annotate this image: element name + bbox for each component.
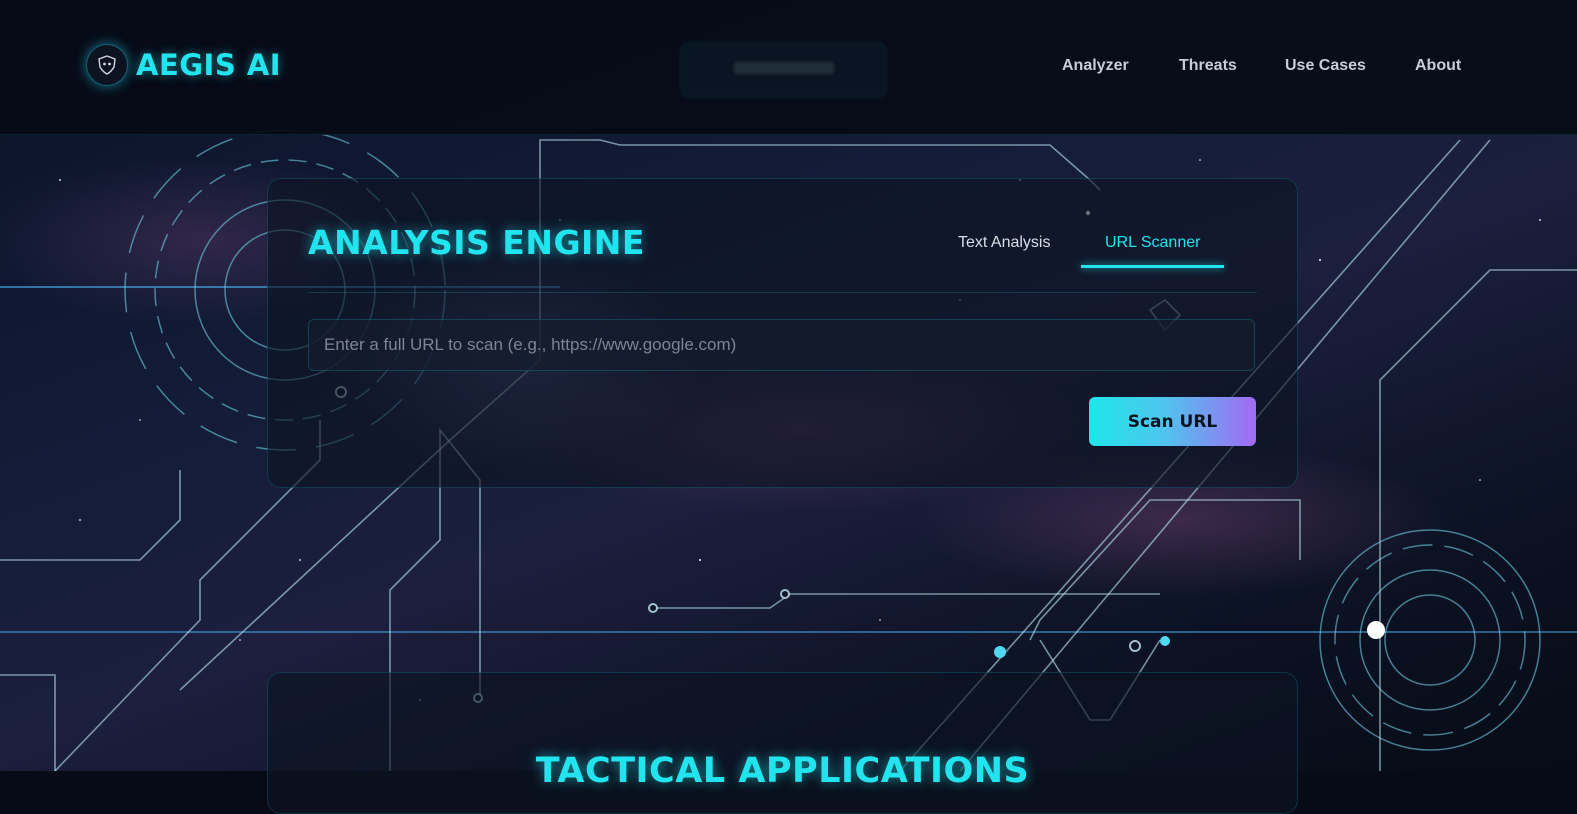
nav-link-analyzer[interactable]: Analyzer bbox=[1062, 57, 1129, 75]
nav-link-about[interactable]: About bbox=[1415, 57, 1461, 75]
active-tab-indicator bbox=[1081, 265, 1224, 268]
tab-text-analysis[interactable]: Text Analysis bbox=[958, 234, 1050, 252]
section-title: TACTICAL APPLICATIONS bbox=[535, 751, 1030, 791]
nav-links: Analyzer Threats Use Cases About bbox=[0, 57, 1577, 77]
analysis-engine-panel: ANALYSIS ENGINE Text Analysis URL Scanne… bbox=[267, 178, 1298, 488]
nav-link-use-cases[interactable]: Use Cases bbox=[1285, 57, 1366, 75]
scan-url-button[interactable]: Scan URL bbox=[1089, 397, 1256, 446]
divider bbox=[308, 292, 1257, 293]
nav-link-threats[interactable]: Threats bbox=[1179, 57, 1237, 75]
url-input[interactable] bbox=[308, 319, 1255, 371]
section-title: ANALYSIS ENGINE bbox=[308, 223, 645, 262]
top-navbar: AEGIS AI Analyzer Threats Use Cases Abou… bbox=[0, 0, 1577, 135]
tab-url-scanner[interactable]: URL Scanner bbox=[1105, 234, 1200, 252]
tactical-applications-panel: TACTICAL APPLICATIONS bbox=[267, 672, 1298, 814]
